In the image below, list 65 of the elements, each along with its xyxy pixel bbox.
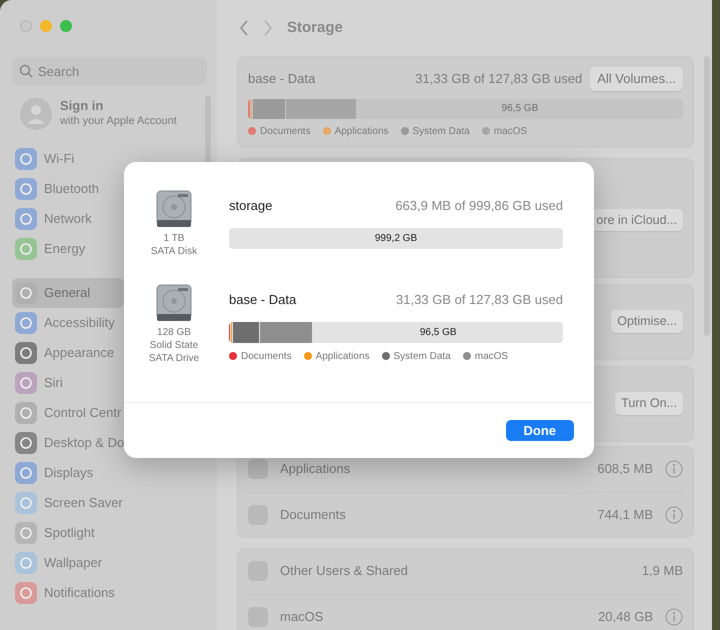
category-icon [248,459,268,479]
category-label: Documents [280,506,346,524]
sidebar-item[interactable]: Accessibility [12,308,124,338]
disk-caption: 128 GB Solid State SATA Drive [148,326,200,365]
disk-name: storage [229,197,272,215]
info-icon[interactable] [665,460,683,478]
free-space-label: 96,5 GB [420,326,457,340]
back-button[interactable] [239,20,249,36]
sidebar-item[interactable]: Siri [12,368,124,398]
disk-caption: 1 TB SATA Disk [150,232,198,258]
legend-label: System Data [394,350,451,364]
legend-label: macOS [494,124,528,138]
search-field[interactable]: Search [12,57,207,85]
sidebar-item[interactable]: Control Centr [12,398,124,428]
hard-drive-icon [156,190,192,228]
search-icon [19,64,33,78]
usage-text: 31,33 GB of 127,83 GB used [396,291,563,309]
sidebar-item[interactable]: Screen Saver [12,488,124,518]
sidebar-item[interactable]: Energy [12,234,124,264]
chevron-left-icon [239,20,249,36]
info-icon[interactable] [665,506,683,524]
sidebar-item[interactable]: Appearance [12,338,124,368]
done-button[interactable]: Done [506,420,574,442]
sidebar-item[interactable]: Network [12,204,124,234]
usage-text: 31,33 GB of 127,83 GB used [415,70,582,88]
legend-label: Applications [316,350,370,364]
sidebar-item[interactable]: Desktop & Do [12,428,124,458]
sidebar-item[interactable]: Notifications [12,578,124,608]
sidebar-item[interactable]: Spotlight [12,518,124,548]
category-size: 744,1 MB [597,506,653,524]
hard-drive-icon [156,284,192,322]
sidebar-item[interactable]: Wi-Fi [12,144,124,174]
page-title: Storage [287,18,343,38]
avatar-icon [20,98,52,130]
sidebar-item[interactable]: Bluetooth [12,174,124,204]
category-size: 1,9 MB [642,562,683,580]
zoom-button[interactable] [60,20,72,32]
all-volumes-button[interactable]: All Volumes... [590,67,683,90]
account-title[interactable]: Sign in [60,98,177,114]
category-label: Other Users & Shared [280,562,408,580]
sidebar-item[interactable]: Displays [12,458,124,488]
sidebar-item[interactable]: Wallpaper [12,548,124,578]
recommendation-button[interactable]: Turn On... [615,392,683,415]
recommendation-button[interactable]: Optimise... [611,310,683,333]
volume-name: base - Data [248,70,316,88]
minimize-button[interactable] [40,20,52,32]
legend-label: Documents [241,350,292,364]
account-subtitle: with your Apple Account [60,114,177,128]
usage-text: 663,9 MB of 999,86 GB used [395,197,563,215]
legend-label: macOS [474,350,508,364]
legend-label: Applications [334,124,388,138]
forward-button[interactable] [263,20,273,36]
category-label: Applications [280,460,350,478]
legend-label: Documents [260,124,311,138]
category-size: 608,5 MB [597,460,653,478]
legend-label: System Data [412,124,470,138]
close-button[interactable] [20,20,32,32]
category-label: macOS [280,608,324,626]
category-size: 20,48 GB [598,608,653,626]
free-space-label: 96,5 GB [502,102,538,116]
free-space-label: 999,2 GB [374,232,418,246]
disk-name: base - Data [229,291,296,309]
chevron-right-icon [263,20,273,36]
info-icon[interactable] [665,608,683,626]
sidebar-item[interactable]: General [12,278,124,308]
